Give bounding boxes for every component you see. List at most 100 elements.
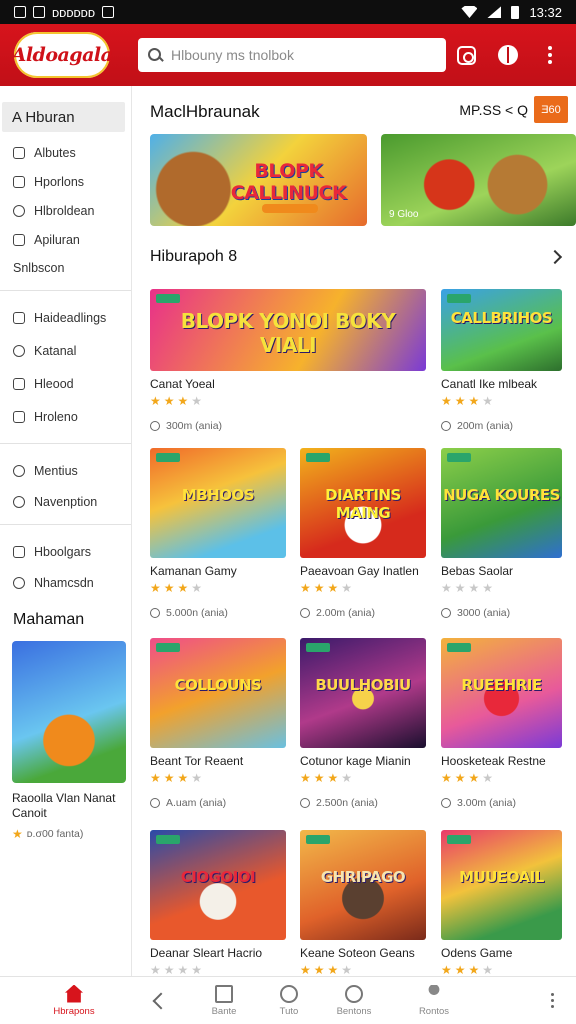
game-card[interactable]: GHRIPAGO Keane Soteon Geans ★ ★ ★ ★ (300, 830, 426, 976)
clock-icon (441, 608, 451, 618)
game-card[interactable]: DIARTINS MAING Paeavoan Gay Inatlen ★ ★ ★ ★ 2.… (300, 448, 426, 619)
banner-card[interactable]: BLOPK CALLINUCK (150, 134, 367, 226)
nav-tab[interactable]: Rontos (410, 984, 458, 1017)
star-icon: ★ (441, 581, 452, 595)
sidebar-item[interactable]: Hleood (0, 369, 131, 398)
star-icon: ★ (454, 963, 466, 976)
featured-game-card[interactable]: Raoolla Vlan Nanat Canoit ★ ᴅ.σ00 fanta) (12, 641, 126, 841)
nav-more[interactable] (458, 993, 576, 1008)
banner-card[interactable]: 9 Gloo (381, 134, 576, 226)
app-icon (102, 6, 114, 18)
star-icon: ★ (341, 581, 353, 595)
sidebar-item[interactable]: Katanal (0, 336, 131, 365)
search-bar[interactable] (138, 38, 446, 72)
game-title: Keane Soteon Geans (300, 946, 415, 960)
sidebar-item[interactable]: Mentius (0, 456, 131, 485)
search-input[interactable] (171, 47, 431, 63)
pager[interactable]: MP.SS < Q (459, 102, 528, 118)
camera-icon (456, 45, 476, 65)
banner-title: BLOPK CALLINUCK (230, 160, 347, 204)
nav-tab[interactable]: Bante (168, 984, 280, 1017)
game-title: Odens Game (441, 946, 513, 960)
game-card[interactable]: MBHOOS Kamanan Gamy ★ ★ ★ ★ 5.000n (ania) (150, 448, 286, 619)
nav-home[interactable]: Hbrapons (0, 984, 148, 1017)
pager-button[interactable]: Ǝ60 (534, 96, 568, 123)
favorites-button[interactable] (496, 43, 520, 67)
star-icon: ★ (150, 963, 161, 976)
sidebar-item[interactable]: Haideadlings (0, 303, 131, 332)
app-bar: Aldoagala (0, 24, 576, 86)
sidebar-item[interactable]: Nhamcsdn (0, 568, 131, 597)
nav-tab[interactable]: Tuto (280, 984, 298, 1017)
game-card[interactable]: NUGA KOURES Bebas Saolar ★ ★ ★ ★ 3000 (ania) (441, 448, 562, 619)
overflow-menu-button[interactable] (538, 43, 562, 67)
game-title: Canatl Ike mlbeak (441, 377, 538, 391)
game-card[interactable]: CALLBRIHOS Canatl Ike mlbeak ★ ★ ★ ★ 200m (ani… (441, 289, 562, 432)
star-icon: ★ (454, 581, 466, 595)
game-thumbnail: MBHOOS (150, 448, 286, 558)
game-thumb-text: GHRIPAGO (320, 868, 406, 886)
star-icon: ★ (327, 963, 339, 976)
sidebar-item-active[interactable]: A Hburan (2, 102, 125, 132)
game-card[interactable]: BLOPK YONOI BOKY VIALI Canat Yoeal ★ ★ ★ ★ 300… (150, 289, 426, 432)
game-title: Beant Tor Reaent (150, 754, 244, 768)
star-icon: ★ (341, 771, 353, 785)
sidebar-item[interactable]: Hlbroldean (0, 196, 131, 225)
new-badge (156, 294, 180, 303)
game-thumbnail: COLLOUNS (150, 638, 286, 748)
profile-icon (428, 984, 440, 995)
banner-label: 9 Gloo (389, 209, 419, 220)
game-meta: 5.000n (ania) (150, 607, 286, 619)
sidebar-item[interactable]: Hporlons (0, 167, 131, 196)
game-card[interactable]: COLLOUNS Beant Tor Reaent ★ ★ ★ ★ A.uam (ania) (150, 638, 286, 809)
globe-icon (13, 464, 25, 477)
sidebar-item[interactable]: Apiluran (0, 225, 131, 254)
app-logo[interactable]: Aldoagala (12, 32, 113, 78)
star-icon: ★ (163, 394, 175, 408)
sidebar-item[interactable]: Albutes (0, 138, 131, 167)
star-icon: ★ (313, 581, 325, 595)
star-icon: ★ (454, 394, 466, 408)
game-rating: ★ ★ ★ ★ (300, 963, 426, 976)
heart-icon (498, 45, 518, 65)
chevron-right-icon[interactable] (547, 249, 563, 265)
camera-button[interactable] (454, 43, 478, 67)
clock-icon (150, 798, 160, 808)
star-icon: ★ (441, 963, 452, 976)
back-icon (152, 992, 170, 1009)
game-rating: ★ ★ ★ ★ (441, 581, 562, 595)
divider (0, 524, 131, 525)
game-card[interactable]: BUULHOBIU Cotunor kage Mianin ★ ★ ★ ★ 2.500n (… (300, 638, 426, 809)
star-icon: ★ (300, 581, 311, 595)
game-card[interactable]: RUEEHRIE Hoosketeak Restne ★ ★ ★ ★ 3.00m (ania… (441, 638, 562, 809)
clock-icon (441, 798, 451, 808)
star-icon: ★ (468, 771, 480, 785)
status-text: ᴅᴅᴅᴅᴅᴅ (52, 4, 95, 20)
more-vertical-icon (551, 993, 554, 1008)
search-icon (345, 984, 363, 1003)
nav-tab[interactable]: Bentons (298, 984, 410, 1017)
sidebar-item[interactable]: Hboolgars (0, 537, 131, 566)
game-card[interactable]: CIOGOIOI Deanar Sleart Hacrio ★ ★ ★ ★ (150, 830, 286, 976)
star-icon: ★ (177, 963, 189, 976)
info-icon (13, 204, 25, 217)
image-icon (13, 377, 25, 390)
game-thumb-text: BLOPK YONOI BOKY VIALI (180, 309, 396, 357)
sidebar-item[interactable]: Hroleno (0, 402, 131, 431)
star-icon: ★ (482, 771, 494, 785)
search-icon (148, 47, 163, 63)
star-icon: ★ (150, 394, 161, 408)
game-thumbnail: GHRIPAGO (300, 830, 426, 940)
circle-icon (280, 984, 298, 1003)
game-title: Paeavoan Gay Inatlen (300, 564, 419, 578)
game-card[interactable]: MUUEOAIL Odens Game ★ ★ ★ ★ (441, 830, 562, 976)
game-title: Bebas Saolar (441, 564, 514, 578)
section-title: MaclHbraunak (150, 102, 260, 121)
star-icon: ★ (163, 581, 175, 595)
game-rating: ★ ★ ★ ★ (300, 581, 426, 595)
star-icon: ★ (454, 771, 466, 785)
sidebar-item[interactable]: Navenption (0, 487, 131, 516)
nav-back[interactable] (148, 992, 170, 1010)
star-icon: ★ (341, 963, 353, 976)
star-icon: ★ (468, 581, 480, 595)
